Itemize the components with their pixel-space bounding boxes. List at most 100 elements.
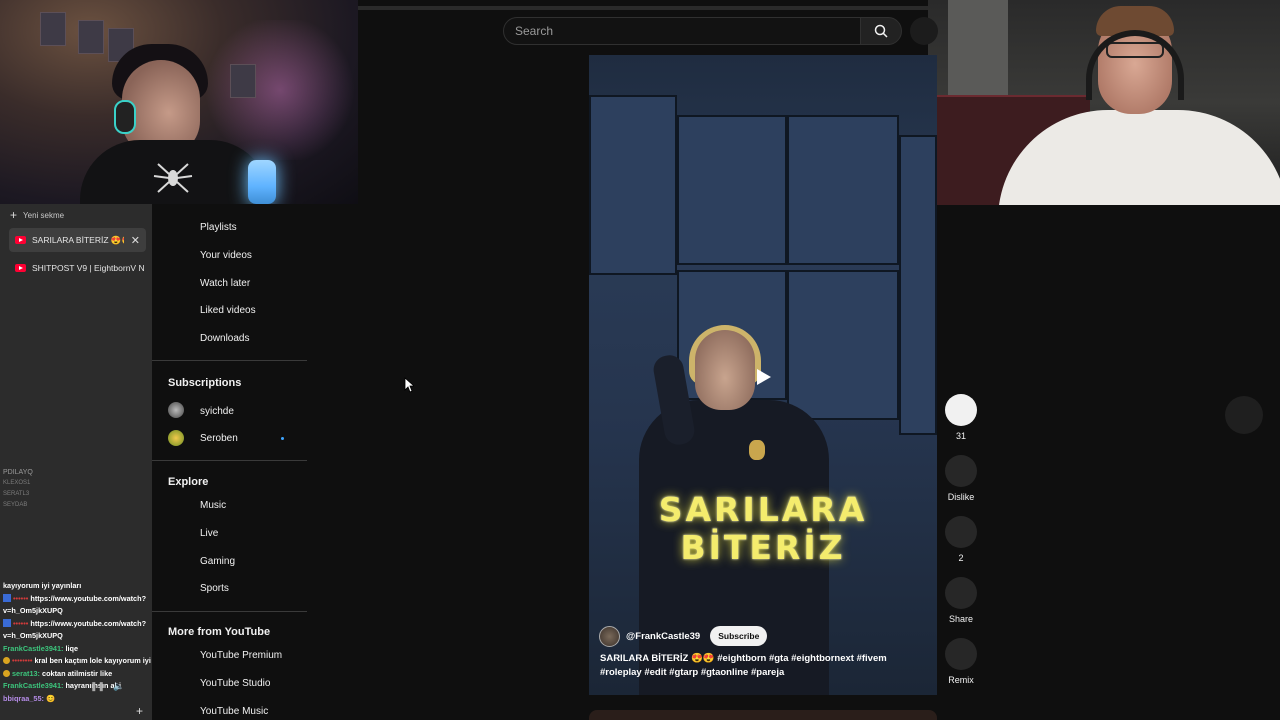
sidebar-item-live[interactable]: Live [200, 528, 218, 539]
close-icon[interactable]: ✕ [131, 234, 140, 247]
comments-button[interactable]: 2 [944, 516, 978, 563]
sidebar-item-music[interactable]: Music [200, 500, 226, 511]
sidebar-item-your-videos[interactable]: Your videos [200, 250, 252, 261]
badge-icon [3, 618, 11, 627]
sidebar-item-youtube-premium[interactable]: YouTube Premium [200, 650, 282, 661]
sidebar-item-downloads[interactable]: Downloads [200, 333, 249, 344]
search-bar[interactable] [503, 17, 861, 45]
dislike-button[interactable]: Dislike [944, 455, 978, 502]
chat-user: •••••• [13, 618, 29, 628]
new-tab-button[interactable]: + Yeni sekme [10, 207, 64, 223]
remix-icon [945, 638, 977, 670]
channel-row: @FrankCastle39 Subscribe [599, 625, 768, 647]
pink-light-glow [200, 20, 358, 160]
top-border [358, 6, 928, 10]
chat-user: FrankCastle3941: [3, 681, 64, 690]
tab-title: SHITPOST V9 | EightbornV Ne: [32, 263, 144, 273]
guest-webcam-right [928, 0, 1280, 205]
volume-icon[interactable]: 🔈 [113, 681, 124, 692]
avatar [168, 430, 184, 446]
shorts-video-player[interactable]: SARILARA BİTERİZ @FrankCastle39 Subscrib… [589, 55, 937, 695]
sidebar-item-playlists[interactable]: Playlists [200, 222, 237, 233]
chat-message: bbiqraa_55: 😊 [0, 693, 152, 706]
window-pane [677, 115, 787, 265]
thumbs-up-icon [945, 394, 977, 426]
pause-icon[interactable]: ❚❚ [90, 681, 105, 692]
next-short-preview [589, 710, 937, 720]
channel-avatar[interactable] [599, 625, 620, 647]
chat-text: coktan atilmistir like [42, 668, 113, 678]
voice-search-button[interactable] [910, 17, 938, 45]
channel-name[interactable]: @FrankCastle39 [626, 631, 700, 642]
play-icon[interactable] [752, 366, 774, 388]
share-icon [945, 577, 977, 609]
viewer-list: PDILAYQ KLEXOS1 SERATL3 SEYDAB [3, 467, 33, 511]
badge-icon [3, 657, 10, 664]
comment-count: 2 [958, 553, 964, 563]
chat-user: FrankCastle3941: [3, 643, 64, 653]
chat-text: 😊 [46, 693, 56, 703]
viewer-name: KLEXOS1 [3, 480, 31, 486]
explore-heading: Explore [168, 476, 209, 488]
subscriptions-heading[interactable]: Subscriptions [168, 377, 241, 389]
chat-message: v=h_Om5jkXUPQ [0, 630, 152, 643]
comment-icon [945, 516, 977, 548]
chat-user: serat13: [12, 668, 40, 678]
remix-button[interactable]: Remix [944, 638, 978, 685]
window-pane [589, 95, 677, 275]
viewer-name: SEYDAB [3, 502, 28, 508]
window-pane [899, 135, 937, 435]
remix-label: Remix [948, 675, 974, 685]
more-from-youtube-heading: More from YouTube [168, 626, 271, 638]
share-button[interactable]: Share [944, 577, 978, 624]
search-input[interactable] [504, 18, 860, 44]
chat-text: v=h_Om5jkXUPQ [3, 631, 63, 640]
like-count: 31 [955, 431, 966, 441]
sidebar-item-gaming[interactable]: Gaming [200, 556, 235, 567]
plus-icon: + [10, 208, 18, 222]
browser-tab-active[interactable]: SARILARA BİTERİZ 😍😍 # ✕ [9, 228, 146, 252]
sidebar-item-watch-later[interactable]: Watch later [200, 278, 250, 289]
like-button[interactable]: 31 [944, 394, 978, 441]
add-panel-icon[interactable]: + [136, 704, 143, 718]
sidebar-item-youtube-music[interactable]: YouTube Music [200, 706, 268, 717]
video-overlay-title: SARILARA BİTERİZ [589, 491, 937, 567]
badge-icon [3, 669, 10, 677]
chat-user: •••••• [13, 593, 29, 603]
subscription-syichde[interactable]: syichde [200, 406, 234, 417]
window-pane [787, 270, 899, 420]
chat-message: •••••• https://www.youtube.com/watch? [0, 618, 152, 631]
thumbs-down-icon [945, 455, 977, 487]
chat-text: https://www.youtube.com/watch? [30, 618, 147, 628]
next-video-button[interactable] [1225, 396, 1263, 434]
youtube-favicon-icon [15, 264, 26, 272]
wall-poster [78, 20, 104, 54]
sidebar-item-sports[interactable]: Sports [200, 583, 229, 594]
video-caption: SARILARA BİTERİZ 😍😍 #eightborn #gta #eig… [600, 652, 930, 680]
subscription-seroben[interactable]: Seroben [200, 433, 238, 444]
youtube-sidebar: Playlists Your videos Watch later Liked … [152, 204, 307, 720]
background-door [948, 0, 1008, 95]
search-button[interactable] [860, 17, 902, 45]
badge-icon [3, 593, 11, 602]
chat-message: v=h_Om5jkXUPQ [0, 605, 152, 618]
subscribe-button[interactable]: Subscribe [710, 626, 768, 646]
mouse-cursor-icon [404, 377, 414, 393]
chat-text: https://www.youtube.com/watch? [30, 593, 147, 603]
sidebar-item-youtube-studio[interactable]: YouTube Studio [200, 678, 270, 689]
avatar [168, 402, 184, 418]
police-badge [749, 440, 765, 460]
chat-user: •••••••• [12, 656, 33, 665]
chat-text: kral ben kaçtım lole kayıyorum iyi yayın… [34, 656, 152, 665]
chat-message: kayıyorum iyi yayınları [0, 580, 152, 593]
share-label: Share [948, 614, 974, 624]
chat-message: •••••• https://www.youtube.com/watch? [0, 593, 152, 606]
wall-poster [40, 12, 66, 46]
wall-poster [230, 64, 256, 98]
headset [114, 100, 136, 134]
sidebar-item-liked-videos[interactable]: Liked videos [200, 305, 256, 316]
streamer-webcam-left [0, 0, 358, 204]
browser-tab[interactable]: SHITPOST V9 | EightbornV Ne: [9, 256, 146, 280]
chat-message: •••••••• kral ben kaçtım lole kayıyorum … [0, 655, 152, 668]
new-tab-label: Yeni sekme [23, 210, 65, 220]
